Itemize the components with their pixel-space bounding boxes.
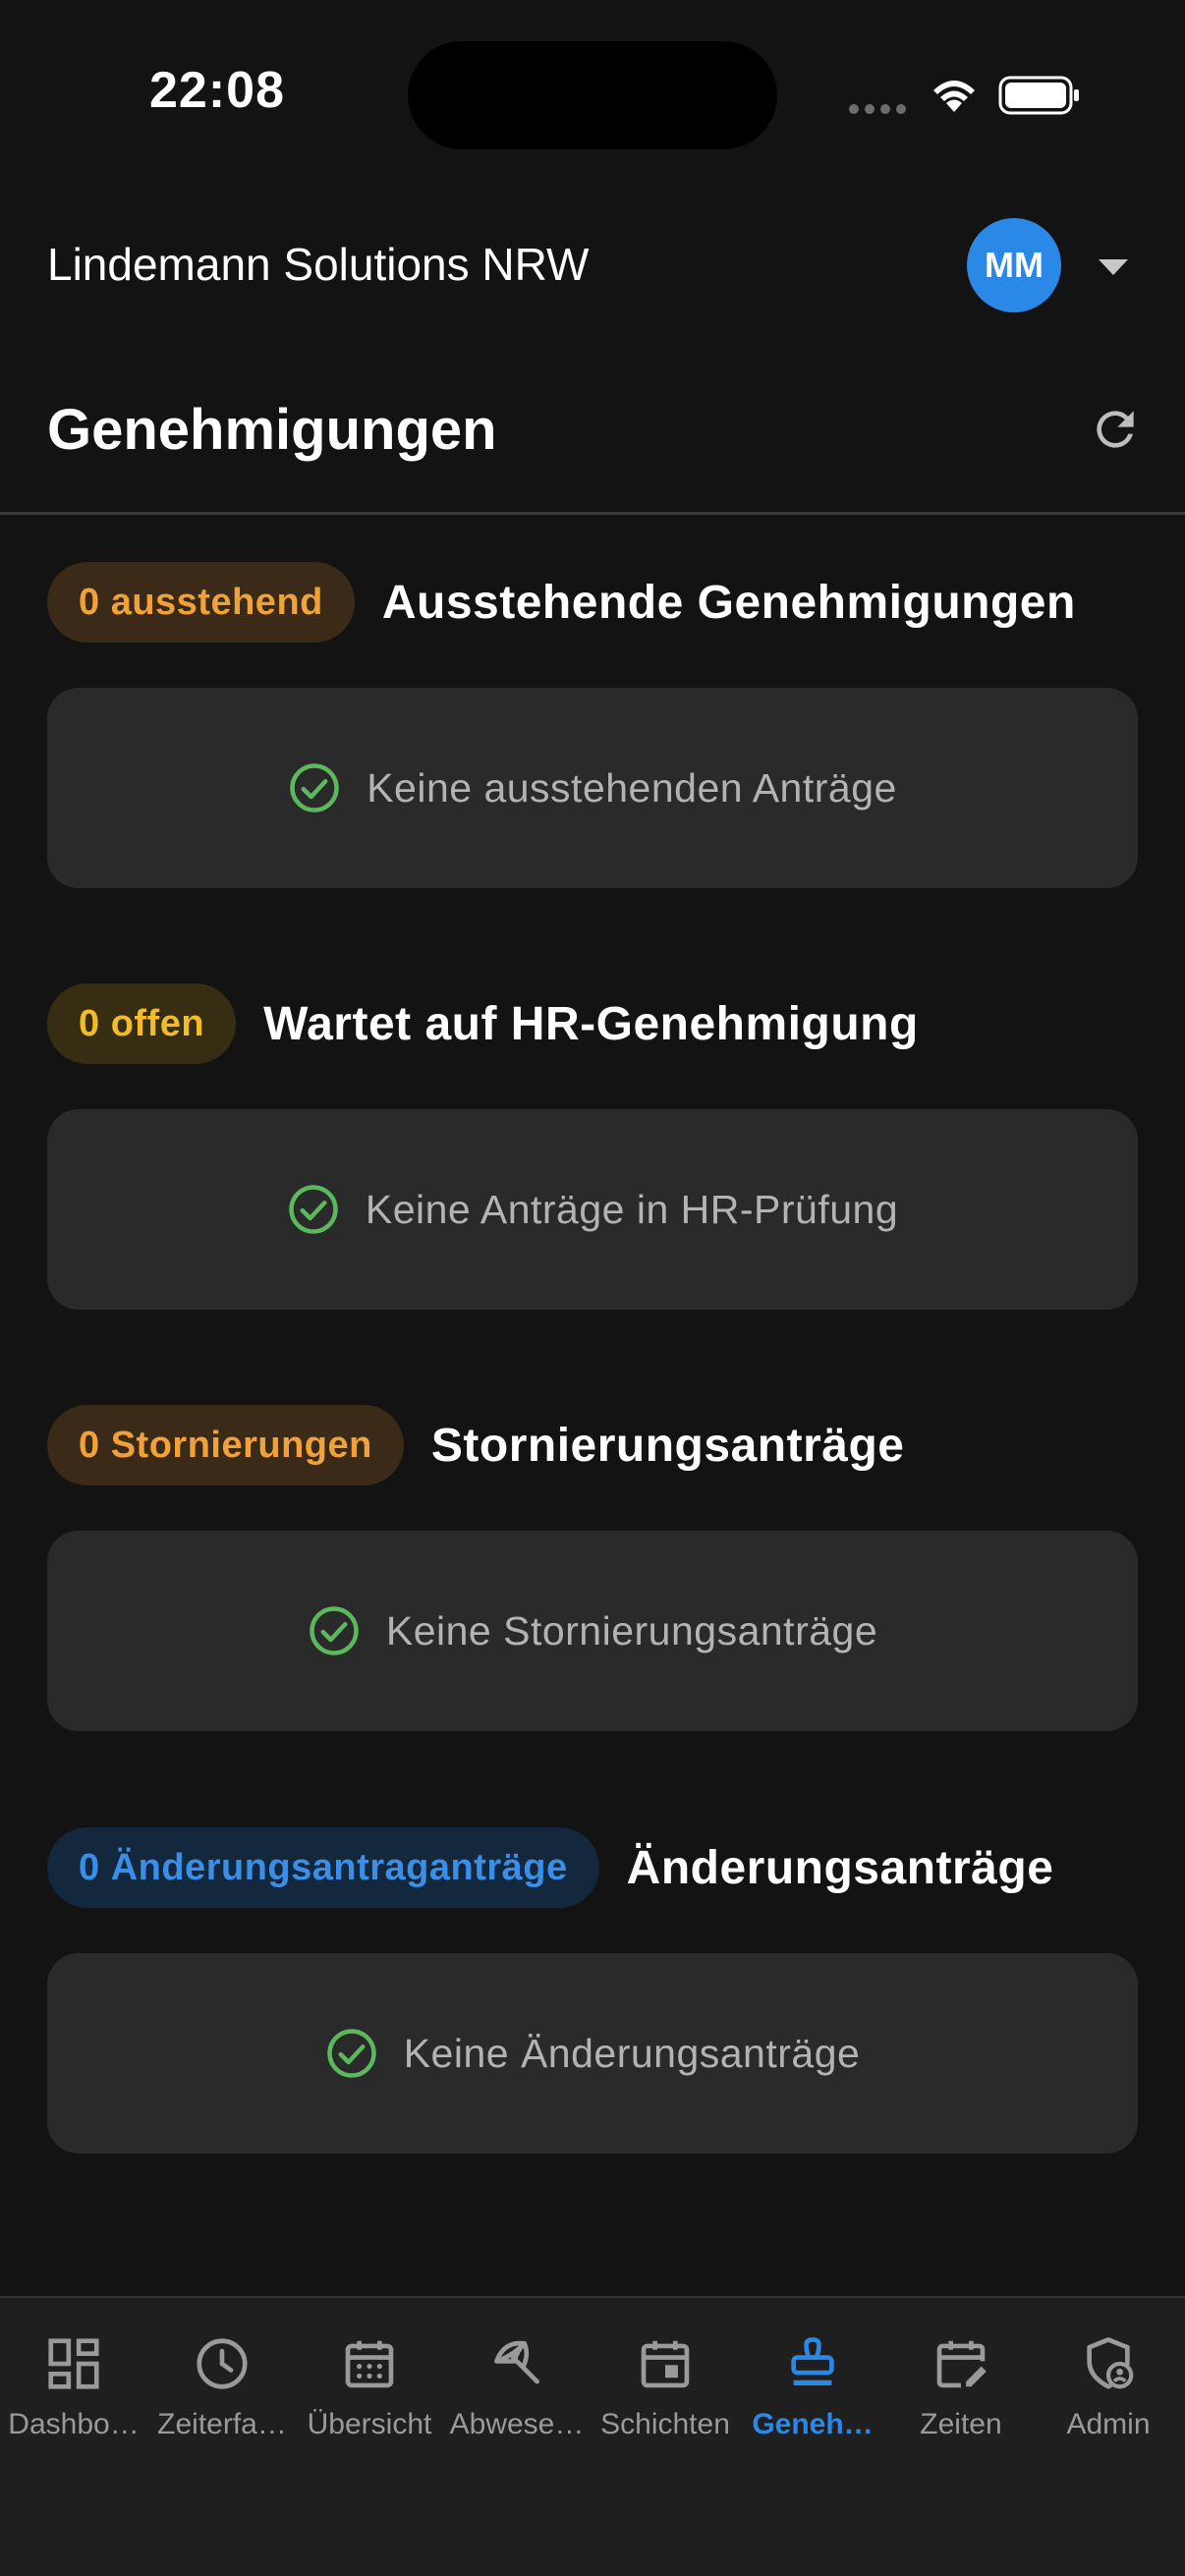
calendar-grid-icon: [345, 2340, 394, 2388]
cellular-signal-icon: [849, 104, 906, 114]
nav-label: Abwese…: [449, 2408, 585, 2440]
status-badge: 0 Änderungsantraganträge: [47, 1827, 599, 1908]
section-hr-approval: 0 offen Wartet auf HR-Genehmigung Keine …: [47, 983, 1138, 1310]
empty-state-card: Keine Änderungsanträge: [47, 1953, 1138, 2154]
nav-label: Dashbo…: [8, 2408, 140, 2440]
page-title: Genehmigungen: [47, 398, 497, 462]
company-name: Lindemann Solutions NRW: [47, 239, 590, 290]
nav-item-overview[interactable]: Übersicht: [296, 2333, 443, 2461]
app-header: Lindemann Solutions NRW MM: [0, 196, 1185, 334]
nav-label: Admin: [1066, 2408, 1151, 2440]
nav-item-absences[interactable]: Abwese…: [443, 2333, 591, 2461]
admin-shield-icon: [1087, 2337, 1134, 2389]
empty-state-text: Keine Änderungsanträge: [403, 2030, 861, 2076]
calendar-edit-icon: [936, 2340, 987, 2388]
section-title: Wartet auf HR-Genehmigung: [263, 997, 919, 1050]
bottom-navigation: Dashbo… Zeiterfa… Übersicht Abwese… Schi…: [0, 2296, 1185, 2576]
check-circle-icon: [289, 1185, 338, 1234]
nav-item-times[interactable]: Zeiten: [887, 2333, 1035, 2461]
empty-state-card: Keine ausstehenden Anträge: [47, 688, 1138, 888]
status-badge: 0 Stornierungen: [47, 1405, 404, 1485]
nav-label: Zeiten: [920, 2408, 1002, 2440]
empty-state-card: Keine Stornierungsanträge: [47, 1531, 1138, 1731]
dashboard-icon: [48, 2338, 99, 2389]
nav-label: Zeiterfa…: [157, 2408, 287, 2440]
wifi-icon: [933, 81, 975, 112]
nav-label: Übersicht: [307, 2408, 432, 2440]
beach-umbrella-icon: [494, 2340, 539, 2384]
page-title-row: Genehmigungen: [0, 334, 1185, 515]
dynamic-island: [408, 41, 777, 149]
nav-label: Schichten: [600, 2408, 730, 2440]
nav-item-dashboard[interactable]: Dashbo…: [0, 2333, 147, 2461]
nav-item-shifts[interactable]: Schichten: [592, 2333, 739, 2461]
empty-state-card: Keine Anträge in HR-Prüfung: [47, 1109, 1138, 1310]
section-change-requests: 0 Änderungsantraganträge Änderungsanträg…: [47, 1827, 1138, 2154]
empty-state-text: Keine Anträge in HR-Prüfung: [365, 1186, 899, 1232]
refresh-icon: [1097, 411, 1134, 448]
empty-state-text: Keine Stornierungsanträge: [385, 1607, 878, 1653]
section-cancellation-requests: 0 Stornierungen Stornierungsanträge Kein…: [47, 1405, 1138, 1731]
section-title: Stornierungsanträge: [430, 1419, 905, 1472]
nav-item-approvals[interactable]: Geneh…: [739, 2333, 886, 2461]
refresh-button[interactable]: [1081, 395, 1150, 464]
status-bar: 22:08: [0, 0, 1185, 196]
calendar-event-icon: [641, 2340, 690, 2388]
status-badge: 0 ausstehend: [47, 562, 355, 643]
check-circle-icon: [310, 1606, 359, 1655]
status-badge: 0 offen: [47, 983, 237, 1064]
stamp-icon: [791, 2337, 834, 2385]
battery-icon: [998, 76, 1079, 115]
status-time: 22:08: [149, 62, 285, 119]
section-title: Änderungsanträge: [626, 1841, 1054, 1894]
check-circle-icon: [290, 763, 339, 812]
clock-icon: [197, 2338, 248, 2389]
section-pending-approvals: 0 ausstehend Ausstehende Genehmigungen K…: [47, 562, 1138, 888]
user-avatar[interactable]: MM: [967, 218, 1061, 312]
nav-item-time-tracking[interactable]: Zeiterfa…: [148, 2333, 296, 2461]
empty-state-text: Keine ausstehenden Anträge: [367, 764, 897, 811]
check-circle-icon: [326, 2029, 376, 2078]
approvals-screen: 22:08 Lindemann Solutions NRW MM Genehmi…: [0, 0, 1185, 2576]
nav-label: Geneh…: [752, 2408, 874, 2440]
nav-item-admin[interactable]: Admin: [1035, 2333, 1182, 2461]
section-title: Ausstehende Genehmigungen: [381, 576, 1076, 629]
chevron-down-icon[interactable]: [1097, 257, 1130, 277]
